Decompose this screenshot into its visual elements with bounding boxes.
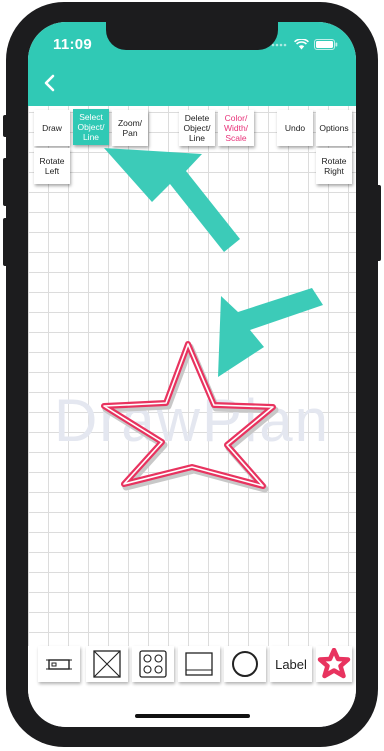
star-icon [317,648,351,679]
door-shape-button[interactable] [38,646,80,682]
star-shape[interactable] [101,341,279,493]
stove-icon [139,650,167,678]
door-icon [46,659,72,670]
star-shape-button[interactable] [316,646,352,682]
side-button-power [376,185,381,261]
bathtub-icon [185,652,213,676]
circle-icon [232,651,258,677]
canvas-overlay [101,148,323,493]
screen: 11:09 DrawPlan Draw Select Object/ Line … [28,22,356,727]
side-button-volume-up [3,158,8,206]
crossed-box-icon [93,650,121,678]
circle-shape-button[interactable] [224,646,266,682]
side-button-volume-down [3,218,8,266]
label-button-text: Label [275,656,307,672]
arrow-icon-upper [104,148,240,252]
bathtub-shape-button[interactable] [178,646,220,682]
label-button[interactable]: Label [270,646,312,682]
stove-shape-button[interactable] [132,646,174,682]
home-indicator [135,714,250,718]
box-x-shape-button[interactable] [86,646,128,682]
arrow-icon-lower [218,288,323,377]
side-button-mute [3,115,8,137]
